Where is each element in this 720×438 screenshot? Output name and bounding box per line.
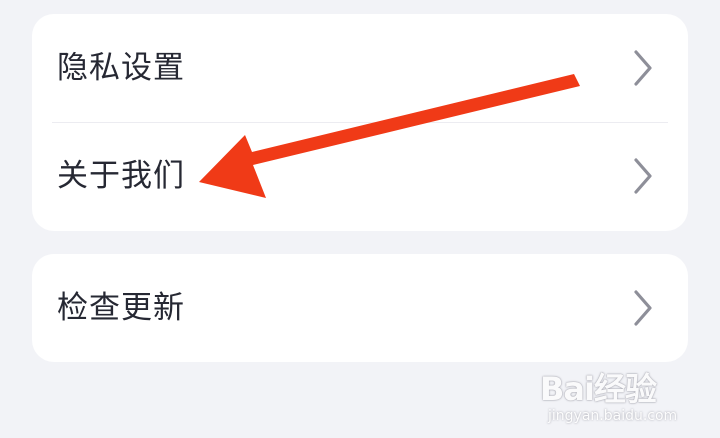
- chevron-right-icon: [632, 288, 654, 328]
- privacy-settings-row[interactable]: 隐私设置: [32, 14, 688, 122]
- watermark-brand: Bai经验: [540, 370, 657, 408]
- check-update-label: 检查更新: [57, 289, 185, 326]
- chevron-right-icon: [632, 48, 654, 88]
- about-us-row[interactable]: 关于我们: [32, 122, 688, 230]
- settings-group-1: 隐私设置 关于我们: [32, 14, 688, 231]
- settings-group-2: 检查更新: [32, 254, 688, 362]
- check-update-row[interactable]: 检查更新: [32, 254, 688, 362]
- baidu-jingyan-watermark: Bai经验 jingyan.baidu.com: [540, 360, 710, 430]
- watermark-site: jingyan.baidu.com: [548, 408, 678, 424]
- privacy-settings-label: 隐私设置: [57, 49, 185, 86]
- chevron-right-icon: [632, 156, 654, 196]
- about-us-label: 关于我们: [57, 157, 185, 194]
